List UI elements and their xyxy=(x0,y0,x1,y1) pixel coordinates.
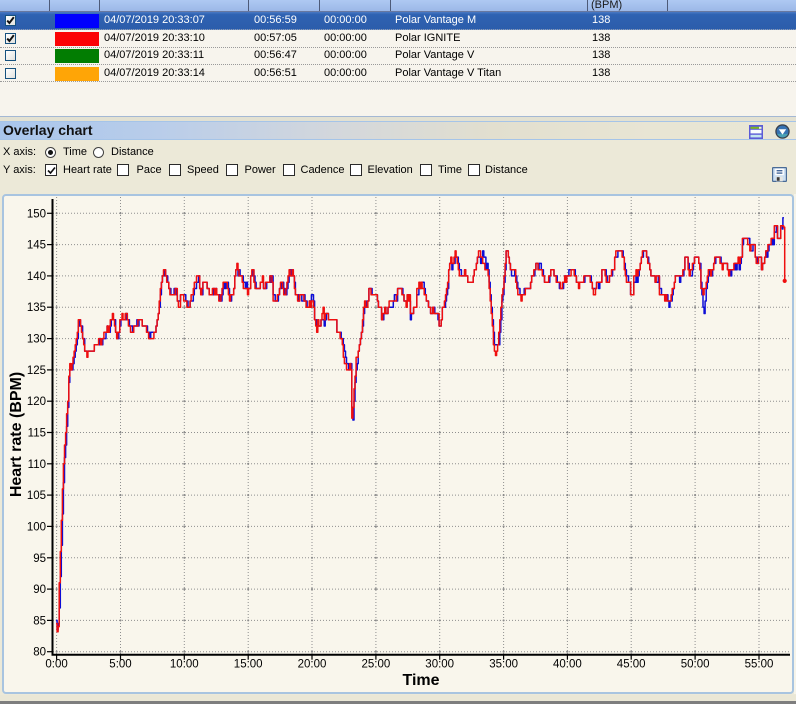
svg-text:80: 80 xyxy=(33,647,46,659)
svg-text:40:00: 40:00 xyxy=(553,658,582,670)
svg-text:120: 120 xyxy=(27,396,46,408)
svg-text:35:00: 35:00 xyxy=(489,658,518,670)
svg-text:5:00: 5:00 xyxy=(109,658,131,670)
svg-text:10:00: 10:00 xyxy=(170,658,199,670)
svg-text:Time: Time xyxy=(402,672,439,689)
svg-text:90: 90 xyxy=(33,584,46,596)
svg-text:25:00: 25:00 xyxy=(362,658,391,670)
svg-text:130: 130 xyxy=(27,334,46,346)
svg-text:140: 140 xyxy=(27,271,46,283)
svg-text:100: 100 xyxy=(27,521,46,533)
svg-text:150: 150 xyxy=(27,208,46,220)
svg-text:0:00: 0:00 xyxy=(45,658,67,670)
svg-text:145: 145 xyxy=(27,240,46,252)
svg-text:30:00: 30:00 xyxy=(425,658,454,670)
svg-text:55:00: 55:00 xyxy=(745,658,774,670)
svg-text:95: 95 xyxy=(33,553,46,565)
svg-text:20:00: 20:00 xyxy=(298,658,327,670)
svg-text:115: 115 xyxy=(28,428,46,440)
svg-text:Heart rate (BPM): Heart rate (BPM) xyxy=(8,372,25,497)
svg-text:125: 125 xyxy=(27,365,46,377)
svg-text:50:00: 50:00 xyxy=(681,658,710,670)
svg-text:105: 105 xyxy=(27,490,46,502)
svg-text:135: 135 xyxy=(27,302,46,314)
svg-text:85: 85 xyxy=(33,615,46,627)
svg-text:15:00: 15:00 xyxy=(234,658,263,670)
svg-text:110: 110 xyxy=(28,459,46,471)
svg-text:45:00: 45:00 xyxy=(617,658,646,670)
